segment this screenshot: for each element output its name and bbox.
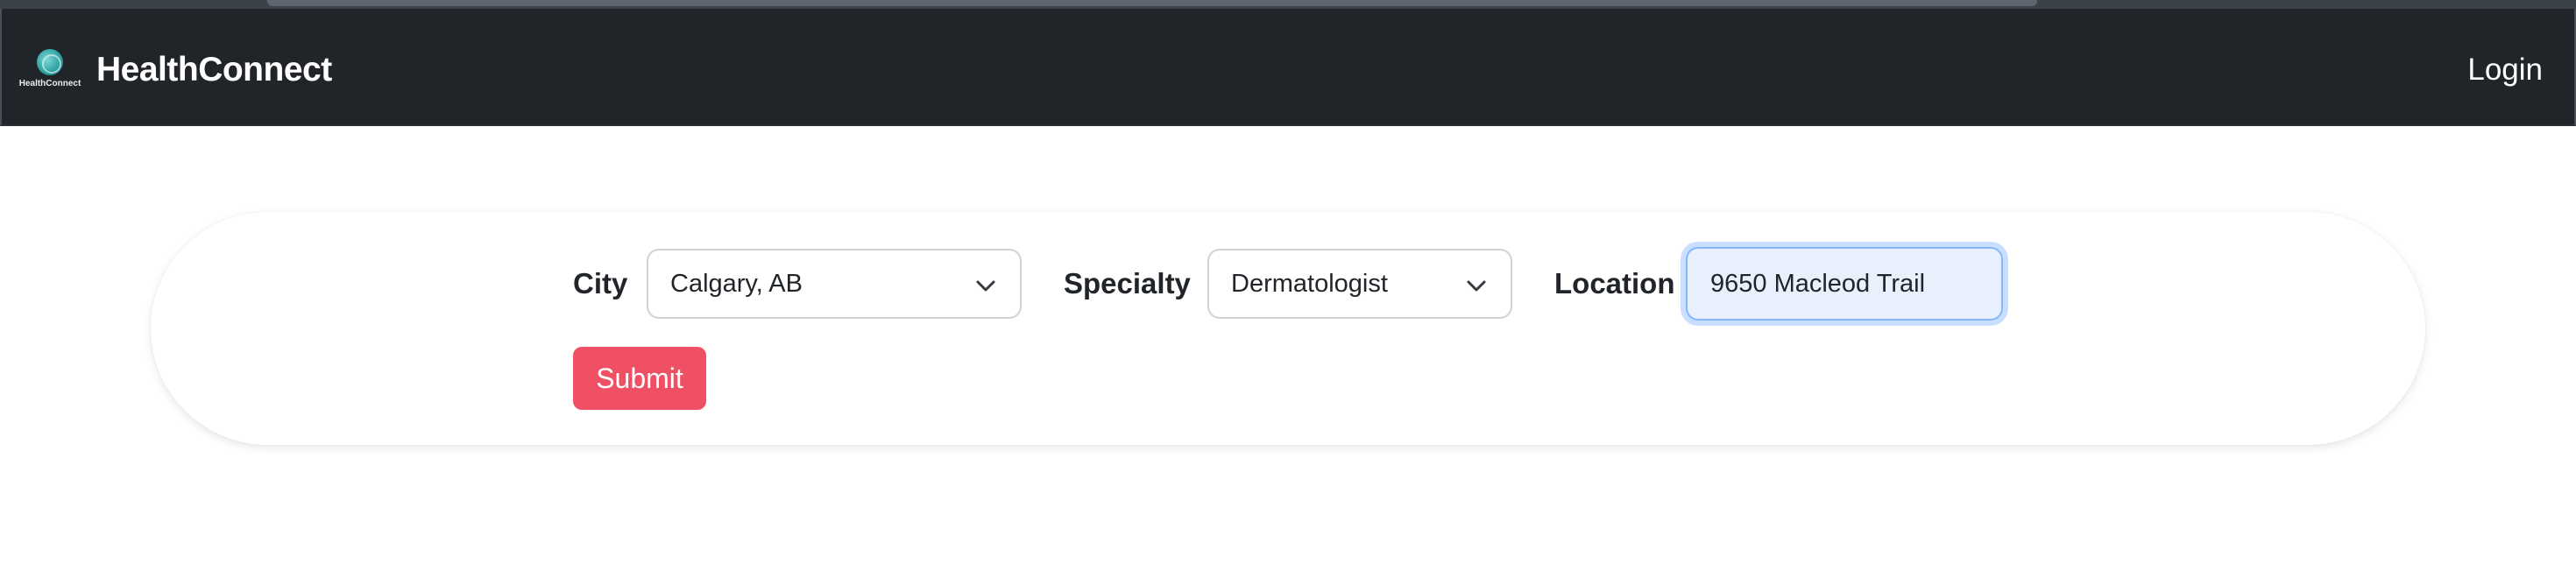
- submit-button[interactable]: Submit: [573, 347, 706, 410]
- brand-name[interactable]: HealthConnect: [96, 51, 332, 89]
- logo-text: HealthConnect: [18, 79, 81, 88]
- specialty-select-value: Dermatologist: [1231, 270, 1388, 298]
- specialty-label: Specialty: [1064, 267, 1191, 300]
- city-select[interactable]: Calgary, AB: [647, 249, 1022, 319]
- city-select-value: Calgary, AB: [670, 270, 803, 298]
- location-input[interactable]: [1686, 247, 2003, 321]
- specialty-select[interactable]: Dermatologist: [1207, 249, 1512, 319]
- location-label: Location: [1554, 267, 1675, 300]
- chevron-down-icon: [1467, 280, 1486, 292]
- city-label: City: [573, 267, 628, 300]
- globe-logo-icon: [37, 49, 63, 75]
- login-link[interactable]: Login: [2467, 53, 2543, 88]
- brand-logo[interactable]: HealthConnect: [18, 49, 82, 96]
- browser-top-strip-inner: [267, 0, 2037, 6]
- top-navbar: HealthConnect HealthConnect Login: [0, 9, 2576, 126]
- search-panel: [151, 212, 2425, 445]
- chevron-down-icon: [976, 280, 995, 292]
